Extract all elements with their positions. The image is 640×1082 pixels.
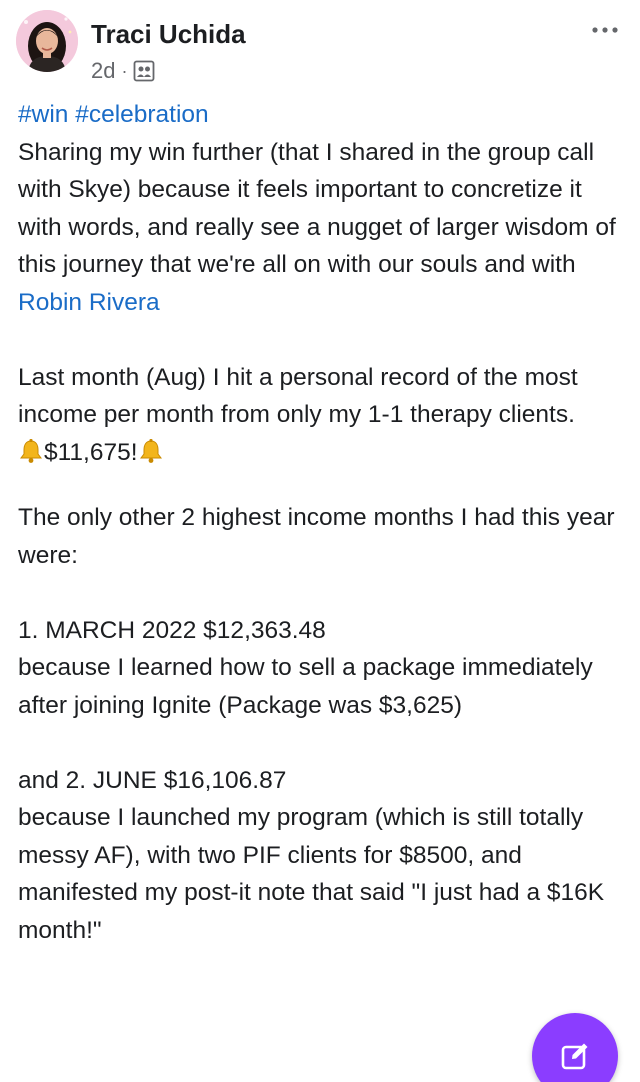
hashtag-win[interactable]: #win (18, 101, 68, 128)
meta-separator: · (121, 60, 128, 81)
group-icon (134, 60, 155, 82)
item2-title: and 2. JUNE $16,106.87 (18, 766, 287, 794)
post-header: Traci Uchida 2d · (16, 10, 624, 90)
mention-link[interactable]: Robin Rivera (18, 289, 160, 316)
avatar[interactable] (16, 10, 78, 72)
hashtag-celebration[interactable]: #celebration (75, 101, 208, 128)
hashtags-line: #win #celebration (18, 96, 624, 134)
paragraph-intro: Sharing my win further (that I shared in… (18, 134, 624, 322)
author-name[interactable]: Traci Uchida (91, 19, 246, 50)
compose-icon (561, 1043, 588, 1070)
post-meta: 2d · (91, 56, 155, 86)
record-line: $11,675! (18, 434, 624, 472)
compose-button[interactable] (532, 1013, 618, 1082)
paragraph-intro-text: Sharing my win further (that I shared in… (18, 138, 616, 279)
avatar-image (16, 10, 78, 72)
item2-detail: because I launched my program (which is … (18, 804, 605, 944)
post-timestamp[interactable]: 2d (91, 58, 115, 84)
item1-detail: because I learned how to sell a package … (18, 654, 593, 719)
paragraph-record: Last month (Aug) I hit a personal record… (18, 363, 578, 429)
post-body: #win #celebration Sharing my win further… (18, 96, 624, 949)
bell-icon (139, 438, 162, 463)
more-options-button[interactable] (588, 18, 622, 42)
item1-title: 1. MARCH 2022 $12,363.48 (18, 616, 326, 644)
paragraph-highest-months: The only other 2 highest income months I… (18, 504, 615, 569)
bell-icon (20, 438, 42, 463)
more-options-icon (592, 27, 618, 33)
record-amount: $11,675! (44, 438, 138, 466)
